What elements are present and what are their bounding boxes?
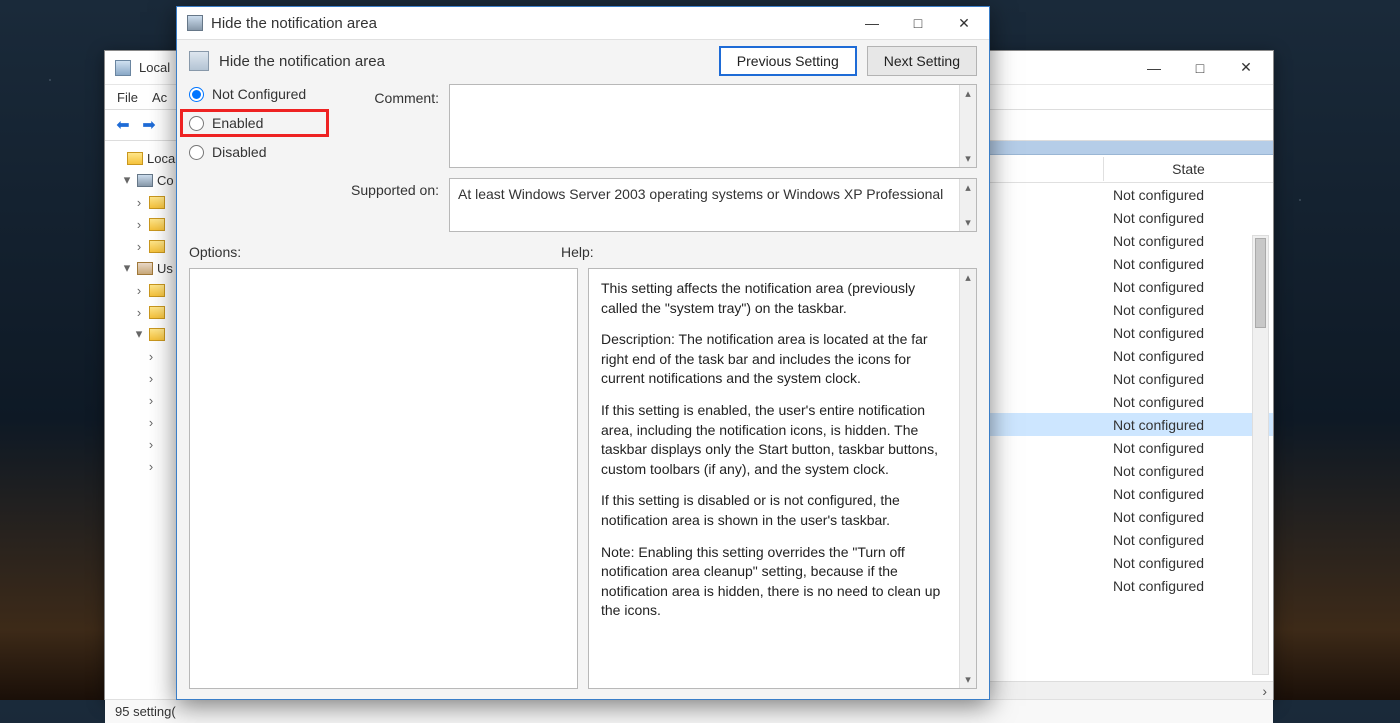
- minimize-button[interactable]: —: [849, 8, 895, 38]
- setting-state: Not configured: [1103, 279, 1273, 295]
- vertical-scrollbar[interactable]: [1252, 235, 1269, 675]
- setting-state: Not configured: [1103, 509, 1273, 525]
- policy-name: Hide the notification area: [219, 53, 385, 70]
- radio-enabled-input[interactable]: [189, 116, 204, 131]
- dialog-titlebar[interactable]: Hide the notification area — □ ✕: [177, 7, 989, 39]
- comment-label: Comment:: [339, 84, 439, 106]
- dialog-icon: [187, 15, 203, 31]
- tree-computer[interactable]: Co: [157, 173, 174, 188]
- radio-disabled[interactable]: Disabled: [189, 144, 329, 160]
- radio-not-configured[interactable]: Not Configured: [189, 86, 329, 102]
- radio-disabled-input[interactable]: [189, 145, 204, 160]
- supported-text: At least Windows Server 2003 operating s…: [450, 179, 976, 210]
- help-label: Help:: [561, 244, 594, 260]
- setting-state: Not configured: [1103, 532, 1273, 548]
- radio-enabled[interactable]: Enabled: [189, 115, 320, 131]
- setting-state: Not configured: [1103, 486, 1273, 502]
- help-text: This setting affects the notification ar…: [589, 269, 959, 688]
- status-text: 95 setting(: [115, 704, 176, 719]
- highlight-box: Enabled: [180, 109, 329, 137]
- supported-label: Supported on:: [339, 176, 439, 198]
- minimize-button[interactable]: —: [1131, 53, 1177, 83]
- setting-state: Not configured: [1103, 210, 1273, 226]
- user-icon: [137, 262, 153, 275]
- computer-icon: [137, 174, 153, 187]
- dialog-title: Hide the notification area: [211, 15, 377, 32]
- menu-file[interactable]: File: [117, 90, 138, 105]
- folder-icon: [149, 240, 165, 253]
- gpedit-icon: [115, 60, 131, 76]
- close-button[interactable]: ✕: [941, 8, 987, 38]
- maximize-button[interactable]: □: [1177, 53, 1223, 83]
- setting-state: Not configured: [1103, 325, 1273, 341]
- scrollbar-icon[interactable]: ▴▾: [959, 269, 976, 688]
- scrollbar-icon[interactable]: ▴▾: [959, 179, 976, 231]
- state-header[interactable]: State: [1103, 157, 1273, 181]
- folder-icon: [149, 284, 165, 297]
- scrollbar-thumb[interactable]: [1255, 238, 1266, 328]
- policy-icon: [127, 152, 143, 165]
- setting-state: Not configured: [1103, 440, 1273, 456]
- folder-icon: [149, 196, 165, 209]
- radio-not-configured-label: Not Configured: [212, 86, 306, 102]
- tree-root[interactable]: Local: [147, 151, 178, 166]
- setting-state: Not configured: [1103, 256, 1273, 272]
- gpedit-statusbar: 95 setting(: [105, 699, 1273, 723]
- radio-not-configured-input[interactable]: [189, 87, 204, 102]
- scrollbar-icon[interactable]: ▴▾: [959, 85, 976, 167]
- setting-state: Not configured: [1103, 463, 1273, 479]
- radio-enabled-label: Enabled: [212, 115, 263, 131]
- radio-disabled-label: Disabled: [212, 144, 266, 160]
- setting-state: Not configured: [1103, 555, 1273, 571]
- setting-state: Not configured: [1103, 302, 1273, 318]
- policy-dialog: Hide the notification area — □ ✕ Hide th…: [176, 6, 990, 700]
- setting-state: Not configured: [1103, 578, 1273, 594]
- setting-state: Not configured: [1103, 233, 1273, 249]
- forward-arrow-icon[interactable]: ➡: [139, 115, 159, 135]
- gpedit-tree[interactable]: Local ▾Co › › › ▾Us › › ▾ › › › › › ›: [105, 141, 185, 699]
- maximize-button[interactable]: □: [895, 8, 941, 38]
- folder-icon: [149, 306, 165, 319]
- next-setting-button[interactable]: Next Setting: [867, 46, 977, 76]
- setting-state: Not configured: [1103, 394, 1273, 410]
- options-label: Options:: [189, 244, 547, 260]
- options-panel: [189, 268, 578, 689]
- previous-setting-button[interactable]: Previous Setting: [719, 46, 857, 76]
- tree-user[interactable]: Us: [157, 261, 173, 276]
- setting-state: Not configured: [1103, 417, 1273, 433]
- setting-state: Not configured: [1103, 371, 1273, 387]
- menu-action[interactable]: Ac: [152, 90, 167, 105]
- setting-state: Not configured: [1103, 348, 1273, 364]
- folder-icon: [149, 328, 165, 341]
- policy-icon: [189, 51, 209, 71]
- folder-icon: [149, 218, 165, 231]
- back-arrow-icon[interactable]: ⬅: [113, 115, 133, 135]
- close-button[interactable]: ✕: [1223, 53, 1269, 83]
- comment-textbox[interactable]: ▴▾: [449, 84, 977, 168]
- setting-state: Not configured: [1103, 187, 1273, 203]
- help-panel: This setting affects the notification ar…: [588, 268, 977, 689]
- gpedit-title: Local: [139, 60, 170, 75]
- supported-textbox: At least Windows Server 2003 operating s…: [449, 178, 977, 232]
